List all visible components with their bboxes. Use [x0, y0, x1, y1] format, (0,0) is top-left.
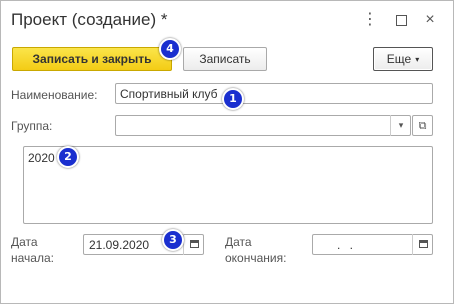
name-label: Наименование:	[11, 88, 98, 102]
more-actions-icon[interactable]: ⋮	[362, 10, 378, 30]
group-dropdown-icon[interactable]: ▾	[390, 115, 411, 136]
more-button-label: Еще	[386, 52, 412, 66]
group-label: Группа:	[11, 119, 53, 133]
chevron-down-icon: ▾	[415, 55, 420, 64]
form-window: Проект (создание) * ⋮ × Записать и закры…	[0, 0, 454, 304]
maximize-icon[interactable]	[393, 10, 409, 30]
start-calendar-icon[interactable]	[183, 234, 204, 255]
window-title: Проект (создание) *	[11, 10, 168, 29]
marker-badge-4: 4	[159, 38, 181, 60]
marker-badge-2: 2	[57, 146, 79, 168]
name-input[interactable]: Спортивный клуб	[115, 83, 433, 104]
end-calendar-icon[interactable]	[412, 234, 433, 255]
marker-badge-3: 3	[162, 229, 184, 251]
group-open-icon[interactable]: ⧉	[412, 115, 433, 136]
save-and-close-button[interactable]: Записать и закрыть	[12, 47, 172, 71]
more-button[interactable]: Еще ▾	[373, 47, 433, 71]
marker-badge-1: 1	[222, 88, 244, 110]
end-date-label: Дата окончания:	[225, 235, 287, 265]
start-date-label: Дата начала:	[11, 235, 54, 265]
close-icon[interactable]: ×	[422, 10, 438, 30]
comment-textarea[interactable]: 2020	[23, 146, 433, 224]
group-input[interactable]	[115, 115, 411, 136]
save-button[interactable]: Записать	[183, 47, 267, 71]
